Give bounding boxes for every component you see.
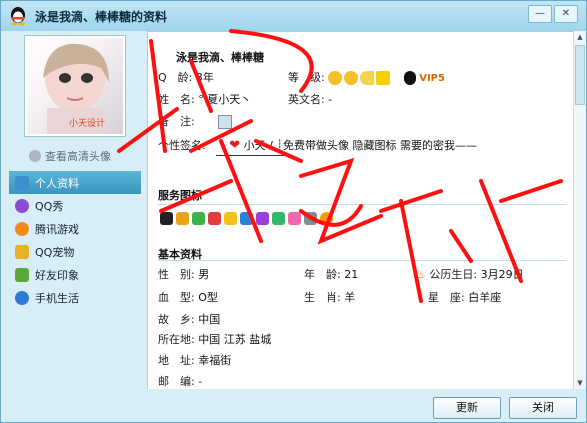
diamond-purple-icon[interactable] [256, 212, 269, 225]
sidebar-item-profile[interactable]: 个人资料 [9, 171, 141, 194]
avatar-caption: 小天设计 [69, 119, 106, 129]
mobile-life-icon [15, 290, 29, 305]
qq-penguin-icon [11, 7, 25, 26]
english-name-value: - [328, 93, 333, 106]
gender-value: 男 [198, 268, 210, 281]
sidebar: 小天设计 查看高清头像 个人资料 QQ秀 腾讯游戏 QQ宠物 好友印象 手机生活 [9, 31, 141, 389]
sidebar-item-impression[interactable]: 好友印象 [9, 263, 141, 286]
sidebar-item-pet[interactable]: QQ宠物 [9, 240, 141, 263]
diamond-green2-icon[interactable] [272, 212, 285, 225]
service-icons [160, 212, 333, 225]
location-value: 中国 江苏 盐城 [198, 333, 272, 346]
close-button[interactable]: 关闭 [509, 397, 577, 419]
blood-type-value: O型 [198, 291, 218, 304]
heart-icon: ❤ [229, 138, 241, 153]
diamond-green-icon[interactable] [192, 212, 205, 225]
scrollbar-thumb[interactable] [575, 45, 585, 105]
moon-icon [360, 71, 375, 85]
nick-value: ° 夏小天丶 [198, 93, 252, 106]
sidebar-item-games[interactable]: 腾讯游戏 [9, 217, 141, 240]
star-sign-value: 白羊座 [468, 291, 502, 304]
refresh-button[interactable]: 更新 [433, 397, 501, 419]
view-hd-avatar-link[interactable]: 查看高清头像 [29, 148, 111, 164]
profile-panel: 泳是我滴、棒棒糖 Q 龄: 3年 等 级: VIP5 姓 名: ° 夏小天丶 英… [147, 31, 575, 391]
diamond-red-icon[interactable] [208, 212, 221, 225]
address-value: 幸福街 [198, 354, 232, 367]
qq-show-icon [15, 198, 29, 213]
avatar-outline-icon [29, 150, 41, 162]
tencent-games-icon [15, 221, 29, 236]
profile-name: 泳是我滴、棒棒糖 [176, 51, 264, 64]
edit-note-icon[interactable] [218, 115, 233, 129]
sidebar-item-mobile[interactable]: 手机生活 [9, 286, 141, 309]
zip-value: - [198, 375, 203, 388]
hometown-value: 中国 [198, 313, 221, 326]
sidebar-nav: 个人资料 QQ秀 腾讯游戏 QQ宠物 好友印象 手机生活 [9, 171, 141, 309]
diamond-gray-icon[interactable] [304, 212, 317, 225]
cake-icon: ♨ [416, 268, 426, 281]
vip-level-badge: VIP5 [419, 73, 445, 84]
profile-window: 泳是我滴、棒棒糖的资料 — ✕ 小天设计 查看高清头像 个人资料 QQ秀 腾讯游… [0, 0, 587, 423]
vertical-scrollbar[interactable]: ▲ ▼ [573, 31, 586, 389]
qzone-service-icon[interactable] [176, 212, 189, 225]
scroll-down-icon[interactable]: ▼ [574, 377, 586, 389]
window-controls: — ✕ [528, 5, 578, 23]
signature-value: 小天 / ┊免费带做头像 隐藏图标 需要的密我—— [243, 139, 477, 152]
zodiac-value: 羊 [344, 291, 356, 304]
profile-card-icon [15, 175, 29, 190]
age-value: 21 [344, 268, 359, 281]
minimize-button[interactable]: — [528, 5, 552, 23]
sidebar-item-qq-show[interactable]: QQ秀 [9, 194, 141, 217]
vip-penguin-icon [403, 71, 416, 85]
title-bar[interactable]: 泳是我滴、棒棒糖的资料 — ✕ [1, 1, 586, 31]
sun-icon [328, 71, 343, 85]
scroll-up-icon[interactable]: ▲ [574, 31, 586, 43]
services-title: 服务图标 [158, 189, 202, 202]
avatar[interactable]: 小天设计 [25, 36, 125, 136]
footer-bar: 更新 关闭 [1, 389, 586, 422]
penguin-service-icon[interactable] [160, 212, 173, 225]
qq-pet-icon [15, 244, 29, 259]
qq-game-service-icon[interactable] [320, 212, 333, 225]
close-window-button[interactable]: ✕ [554, 5, 578, 23]
birthday-value: 3月29日 [480, 268, 524, 281]
diamond-pink-icon[interactable] [288, 212, 301, 225]
services-divider [158, 204, 566, 205]
level-row: 等 级: VIP5 [288, 71, 445, 85]
sun-icon [344, 71, 359, 85]
star-icon [376, 71, 391, 85]
signature-underline [216, 155, 284, 156]
window-title: 泳是我滴、棒棒糖的资料 [35, 10, 168, 24]
diamond-yellow-icon[interactable] [224, 212, 237, 225]
friend-impression-icon [15, 267, 29, 282]
diamond-blue-icon[interactable] [240, 212, 253, 225]
qage-value: 3年 [195, 71, 214, 84]
basic-info-divider [158, 260, 566, 261]
